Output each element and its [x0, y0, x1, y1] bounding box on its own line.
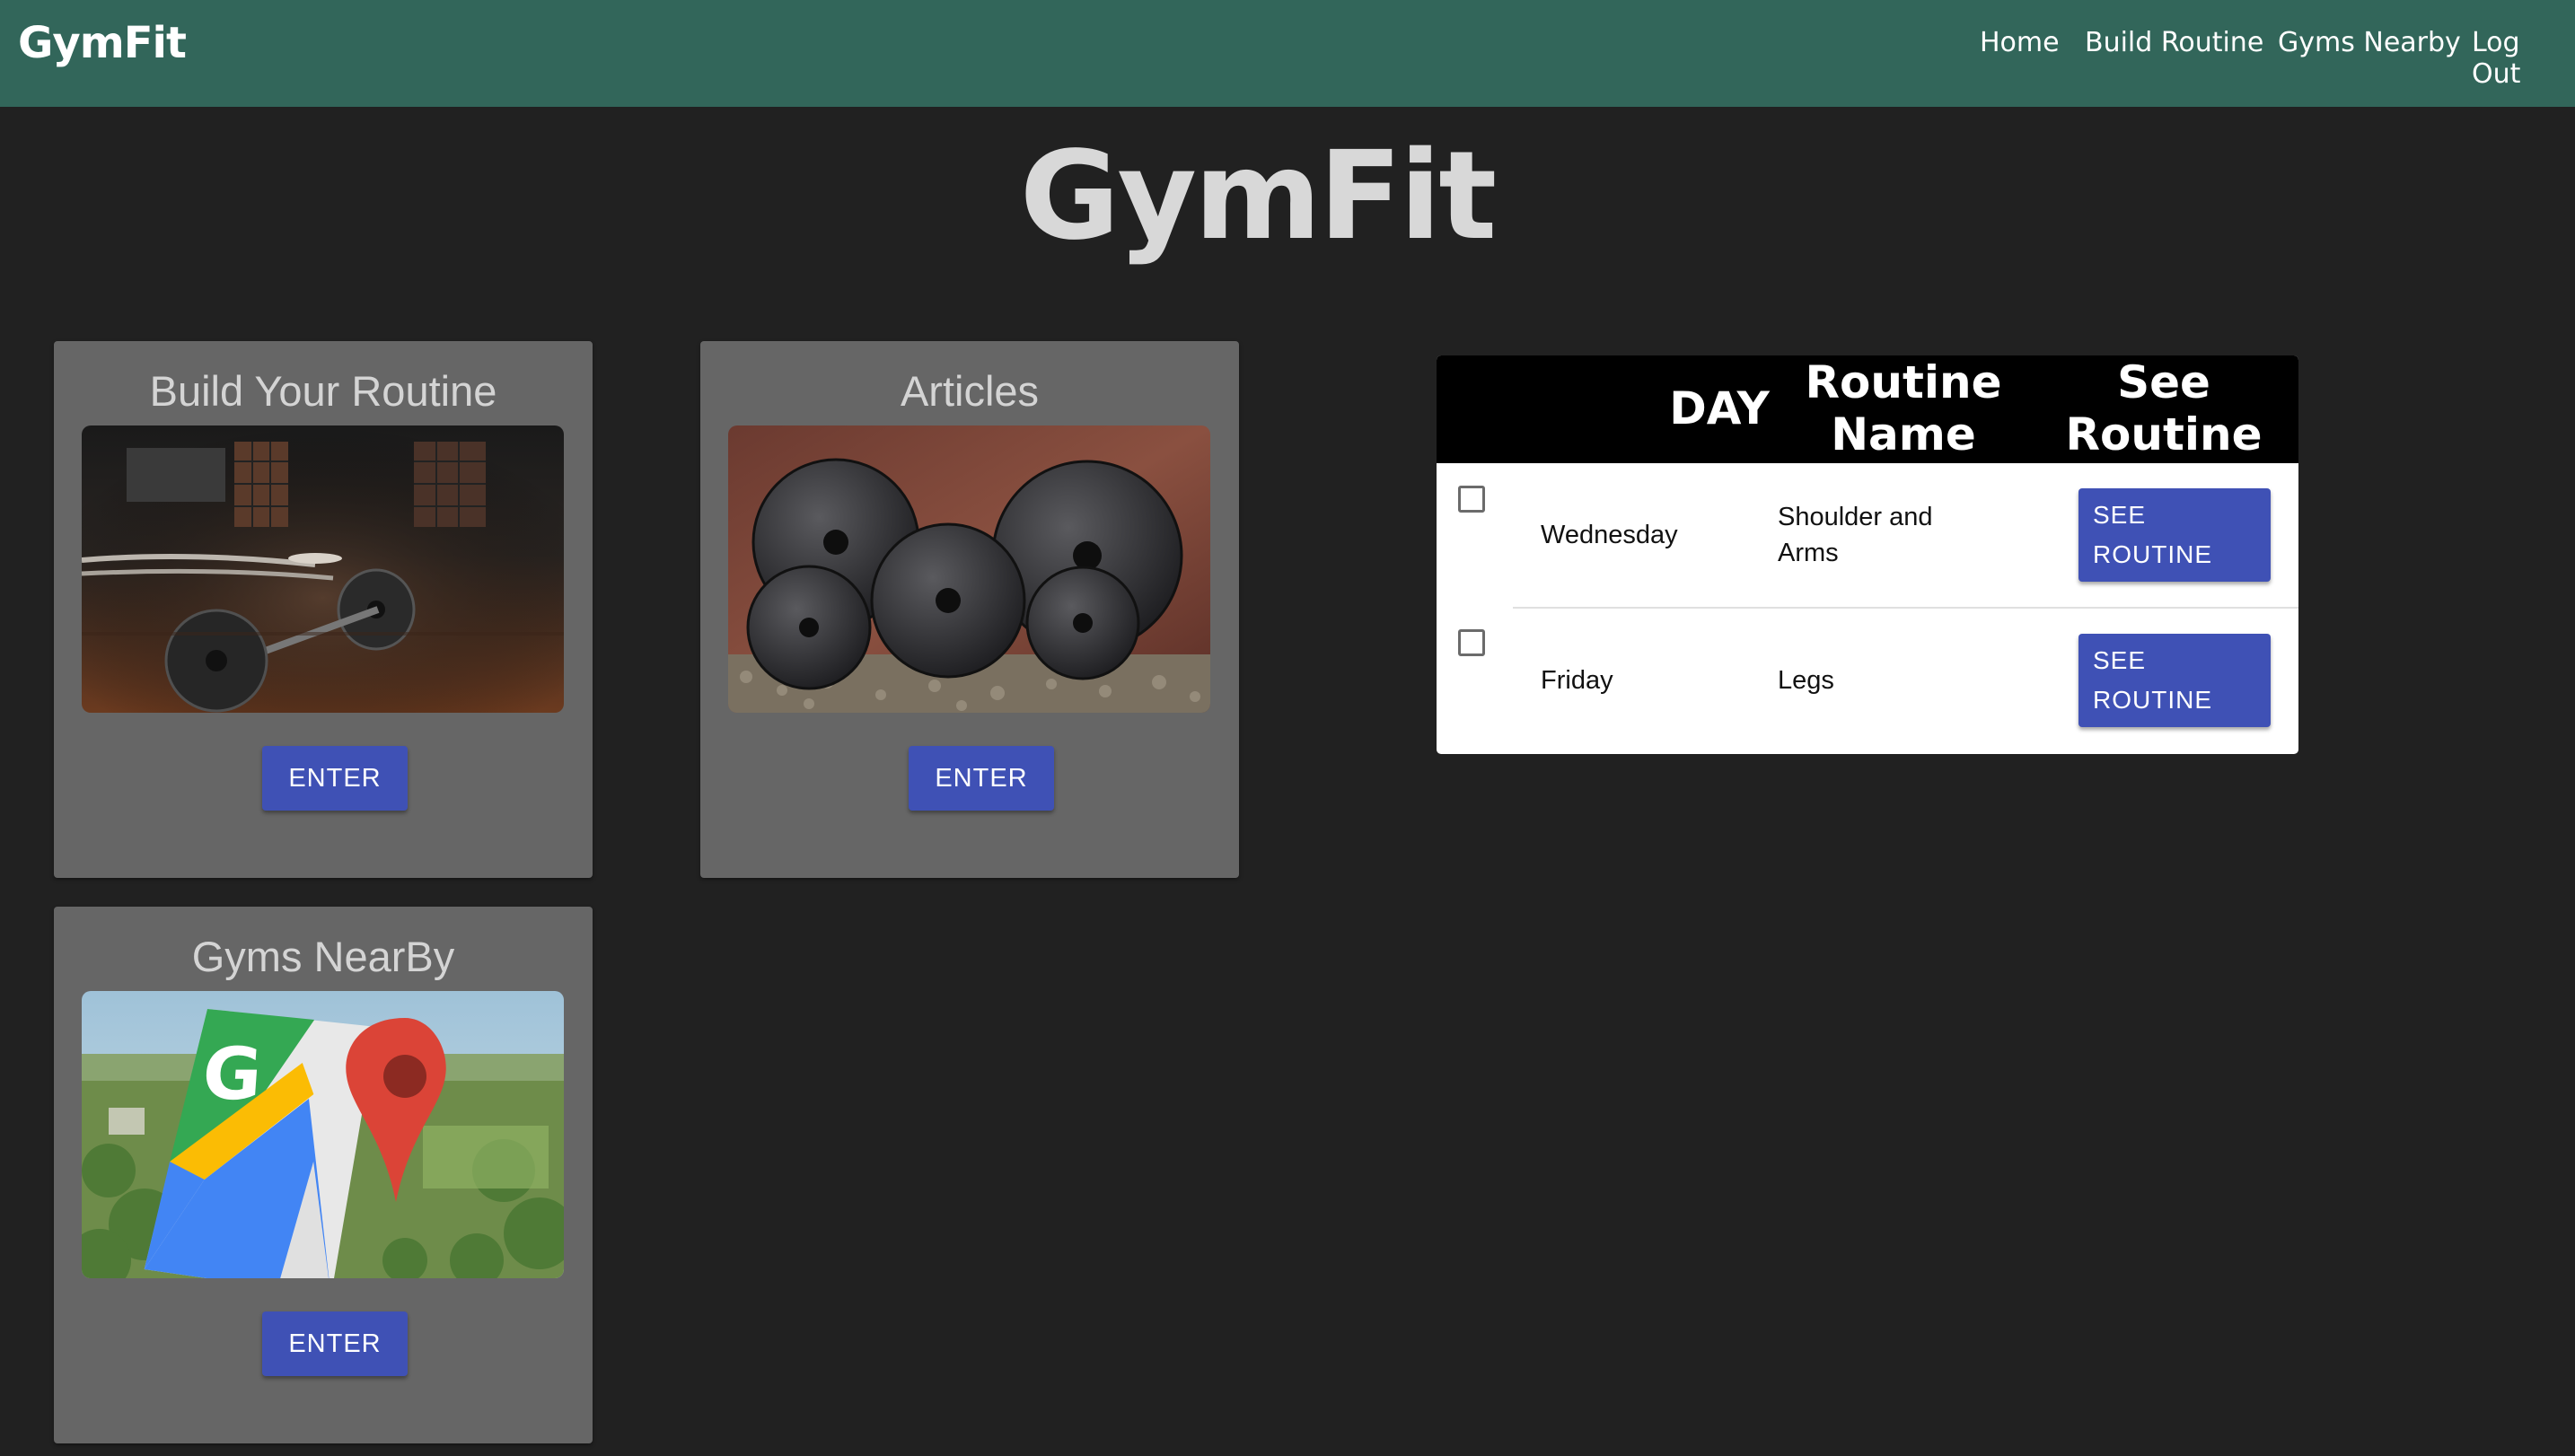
row-day: Friday	[1541, 666, 1613, 695]
page-title: GymFit	[1019, 126, 1498, 268]
card-title: Articles	[900, 367, 1040, 415]
row-day: Wednesday	[1541, 521, 1678, 549]
row-checkbox[interactable]	[1458, 629, 1485, 656]
see-routine-button[interactable]: SEE ROUTINE	[2078, 488, 2271, 582]
card-title: Build Your Routine	[149, 367, 497, 415]
nav-logout-link[interactable]: Log Out	[2472, 27, 2575, 90]
card-title: Gyms NearBy	[191, 933, 455, 980]
nav-gyms-nearby-link[interactable]: Gyms Nearby	[2278, 27, 2461, 58]
column-header-routine-name: Routine Name	[1805, 356, 2002, 460]
column-header-see-routine: See Routine	[2065, 356, 2263, 460]
see-routine-button[interactable]: SEE ROUTINE	[2078, 634, 2271, 727]
barbell-gym-image	[82, 425, 564, 713]
card-gyms-nearby: Gyms NearBy G ENTER	[54, 907, 593, 1443]
nav-build-routine-link[interactable]: Build Routine	[2085, 27, 2263, 58]
row-divider	[1513, 607, 2298, 609]
weight-plates-image	[728, 425, 1210, 713]
top-navbar: GymFit Home Build Routine Gyms Nearby Lo…	[0, 0, 2575, 107]
enter-articles-button[interactable]: ENTER	[909, 746, 1054, 811]
card-build-routine: Build Your Routine ENTER	[54, 341, 593, 878]
table-header: DAY Routine Name See Routine	[1437, 355, 2298, 463]
enter-build-routine-button[interactable]: ENTER	[262, 746, 408, 811]
nav-home-link[interactable]: Home	[1980, 27, 2060, 58]
brand-logo[interactable]: GymFit	[18, 18, 187, 68]
card-articles: Articles ENTER	[700, 341, 1239, 878]
google-maps-image: G	[82, 991, 564, 1278]
row-checkbox[interactable]	[1458, 486, 1485, 513]
row-routine-name: Legs	[1778, 666, 1834, 695]
routine-table: DAY Routine Name See Routine Wednesday S…	[1437, 355, 2298, 754]
svg-text:G: G	[200, 1032, 265, 1116]
enter-gyms-nearby-button[interactable]: ENTER	[262, 1311, 408, 1376]
row-routine-name: Shoulder and Arms	[1778, 503, 1933, 567]
